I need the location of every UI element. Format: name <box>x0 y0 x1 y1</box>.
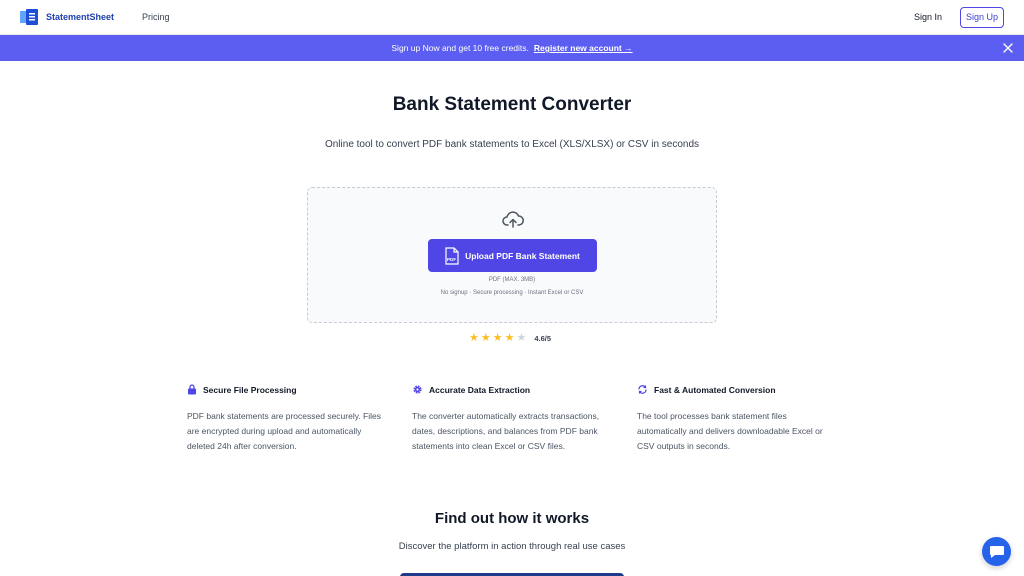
rating: ★ ★ ★ ★ ★ 4.6/5 <box>469 333 551 344</box>
features-section: Secure File Processing PDF bank statemen… <box>187 384 862 454</box>
feature-title: Fast & Automated Conversion <box>654 384 776 395</box>
upload-pdf-button[interactable]: PDF Upload PDF Bank Statement <box>428 239 597 272</box>
chat-button[interactable] <box>982 537 1011 566</box>
cloud-upload-icon <box>502 211 524 228</box>
promo-banner: Sign up Now and get 10 free credits. Reg… <box>0 35 1024 61</box>
upload-dropzone[interactable]: PDF Upload PDF Bank Statement PDF (MAX. … <box>307 187 717 323</box>
upload-size-limit: PDF (MAX. 3MB) <box>488 277 536 283</box>
feature-secure: Secure File Processing PDF bank statemen… <box>187 384 412 454</box>
star-icon: ★ <box>469 332 479 344</box>
brand-name: StatementSheet <box>46 12 115 22</box>
feature-description: The tool processes bank statement files … <box>637 411 823 451</box>
feature-fast: Fast & Automated Conversion The tool pro… <box>637 384 862 454</box>
how-it-works-title: Find out how it works <box>434 510 590 527</box>
star-empty-icon: ★ <box>516 332 527 344</box>
nav-actions: Sign In Sign Up <box>914 6 1004 28</box>
feature-heading: Fast & Automated Conversion <box>637 384 862 395</box>
logo-icon <box>20 9 38 25</box>
brand-logo[interactable]: StatementSheet <box>20 9 114 25</box>
gear-icon <box>413 385 422 394</box>
feature-title: Secure File Processing <box>203 384 297 395</box>
star-icon: ★ <box>504 332 515 344</box>
rating-value: 4.6/5 <box>534 334 552 343</box>
feature-title: Accurate Data Extraction <box>429 384 531 395</box>
page-title: Bank Statement Converter <box>392 94 632 115</box>
feature-description: PDF bank statements are processed secure… <box>187 411 382 451</box>
page-subtitle: Online tool to convert PDF bank statemen… <box>324 139 700 150</box>
feature-heading: Secure File Processing <box>187 384 412 395</box>
star-icon: ★ <box>492 332 503 344</box>
sign-up-button[interactable]: Sign Up <box>959 6 1004 28</box>
feature-heading: Accurate Data Extraction <box>412 384 637 395</box>
nav-pricing-link[interactable]: Pricing <box>142 12 170 22</box>
pdf-badge-text: PDF <box>447 257 456 262</box>
upload-button-label: Upload PDF Bank Statement <box>465 250 580 261</box>
upload-note: No signup · Secure processing · Instant … <box>440 290 584 296</box>
chat-bubble-icon <box>989 545 1004 558</box>
feature-extraction: Accurate Data Extraction The converter a… <box>412 384 637 454</box>
feature-description: The converter automatically extracts tra… <box>412 411 600 451</box>
register-link[interactable]: Register new account → <box>534 43 633 53</box>
refresh-icon <box>638 385 647 394</box>
pdf-file-icon: PDF <box>445 246 459 265</box>
lock-icon <box>188 384 196 395</box>
top-navbar: StatementSheet Pricing Sign In Sign Up <box>0 0 1024 35</box>
close-icon[interactable] <box>1002 42 1014 54</box>
banner-text: Sign up Now and get 10 free credits. <box>391 43 529 53</box>
how-it-works-subtitle: Discover the platform in action through … <box>398 541 626 552</box>
star-icon: ★ <box>480 332 491 344</box>
sign-in-link[interactable]: Sign In <box>914 12 942 22</box>
